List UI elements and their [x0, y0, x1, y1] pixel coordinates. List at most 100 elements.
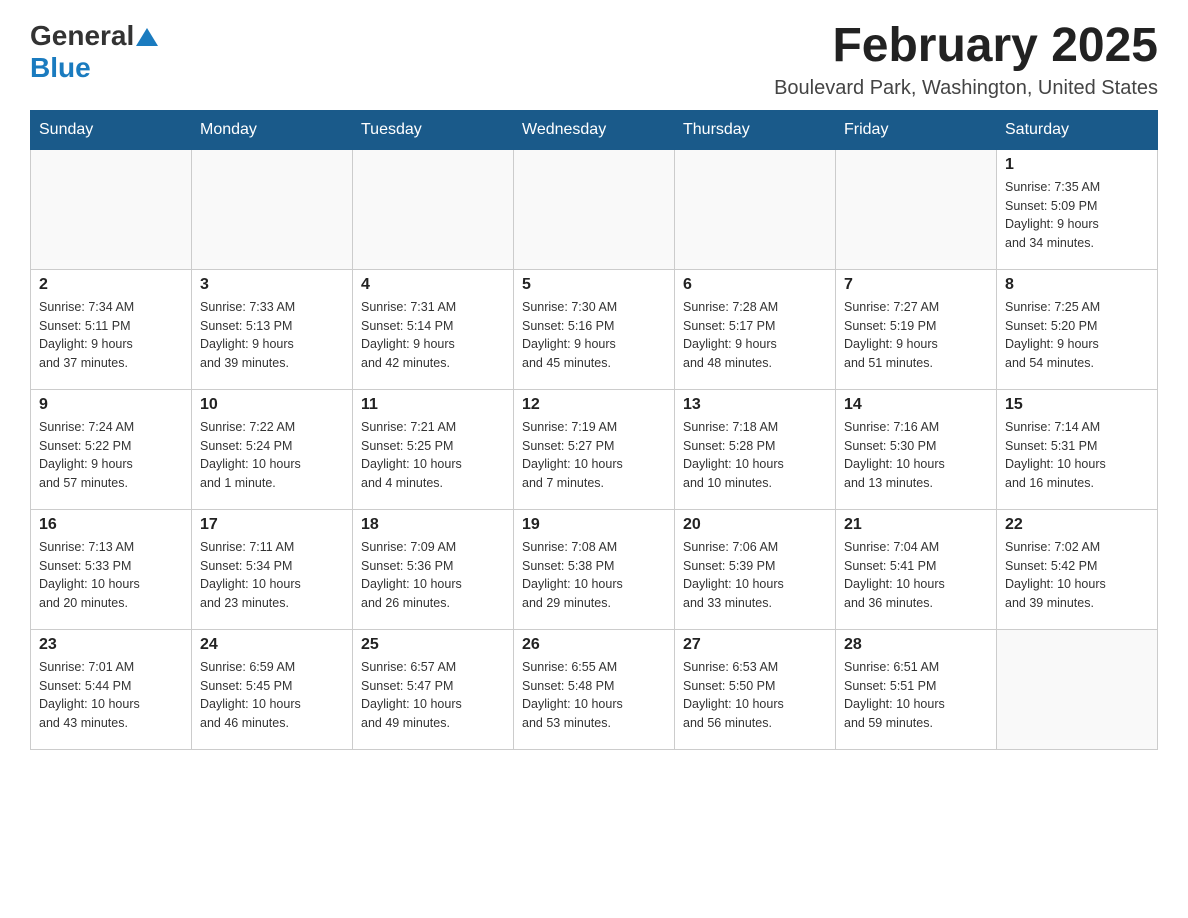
calendar-cell: 24Sunrise: 6:59 AMSunset: 5:45 PMDayligh… [192, 629, 353, 749]
day-info: Sunrise: 7:04 AMSunset: 5:41 PMDaylight:… [844, 538, 988, 613]
day-info: Sunrise: 7:35 AMSunset: 5:09 PMDaylight:… [1005, 178, 1149, 253]
calendar-cell: 4 Sunrise: 7:31 AMSunset: 5:14 PMDaylight… [353, 269, 514, 389]
day-info: Sunrise: 7:13 AMSunset: 5:33 PMDaylight:… [39, 538, 183, 613]
day-number: 26 [522, 636, 666, 654]
day-number: 15 [1005, 396, 1149, 414]
calendar-cell: 22Sunrise: 7:02 AMSunset: 5:42 PMDayligh… [997, 509, 1158, 629]
calendar-cell: 3 Sunrise: 7:33 AMSunset: 5:13 PMDaylight… [192, 269, 353, 389]
day-info: Sunrise: 6:55 AMSunset: 5:48 PMDaylight:… [522, 658, 666, 733]
day-info: Sunrise: 7:21 AMSunset: 5:25 PMDaylight:… [361, 418, 505, 493]
calendar-cell: 2 Sunrise: 7:34 AMSunset: 5:11 PMDaylight… [31, 269, 192, 389]
day-number: 12 [522, 396, 666, 414]
calendar-cell: 15 Sunrise: 7:14 AMSunset: 5:31 PMDayligh… [997, 389, 1158, 509]
week-row: 16 Sunrise: 7:13 AMSunset: 5:33 PMDayligh… [31, 509, 1158, 629]
day-of-week-header: Friday [836, 110, 997, 149]
day-number: 22 [1005, 516, 1149, 534]
calendar-cell: 10 Sunrise: 7:22 AMSunset: 5:24 PMDayligh… [192, 389, 353, 509]
day-number: 2 [39, 276, 183, 294]
day-number: 28 [844, 636, 988, 654]
calendar-cell: 18 Sunrise: 7:09 AMSunset: 5:36 PMDayligh… [353, 509, 514, 629]
calendar-cell: 12 Sunrise: 7:19 AMSunset: 5:27 PMDayligh… [514, 389, 675, 509]
calendar-cell [836, 149, 997, 269]
day-of-week-header: Tuesday [353, 110, 514, 149]
day-number: 18 [361, 516, 505, 534]
calendar-cell: 6 Sunrise: 7:28 AMSunset: 5:17 PMDaylight… [675, 269, 836, 389]
day-of-week-header: Thursday [675, 110, 836, 149]
day-info: Sunrise: 7:14 AMSunset: 5:31 PMDaylight:… [1005, 418, 1149, 493]
day-of-week-header: Wednesday [514, 110, 675, 149]
day-info: Sunrise: 7:31 AMSunset: 5:14 PMDaylight:… [361, 298, 505, 373]
calendar-cell [353, 149, 514, 269]
day-info: Sunrise: 7:18 AMSunset: 5:28 PMDaylight:… [683, 418, 827, 493]
day-info: Sunrise: 7:24 AMSunset: 5:22 PMDaylight:… [39, 418, 183, 493]
logo-blue: Blue [30, 52, 91, 83]
day-number: 5 [522, 276, 666, 294]
day-number: 27 [683, 636, 827, 654]
day-info: Sunrise: 7:08 AMSunset: 5:38 PMDaylight:… [522, 538, 666, 613]
calendar-cell: 27 Sunrise: 6:53 AMSunset: 5:50 PMDayligh… [675, 629, 836, 749]
day-number: 3 [200, 276, 344, 294]
day-number: 14 [844, 396, 988, 414]
logo-general: General [30, 20, 134, 52]
week-row: 2 Sunrise: 7:34 AMSunset: 5:11 PMDaylight… [31, 269, 1158, 389]
day-info: Sunrise: 7:19 AMSunset: 5:27 PMDaylight:… [522, 418, 666, 493]
day-number: 7 [844, 276, 988, 294]
day-number: 6 [683, 276, 827, 294]
day-info: Sunrise: 7:30 AMSunset: 5:16 PMDaylight:… [522, 298, 666, 373]
day-info: Sunrise: 7:34 AMSunset: 5:11 PMDaylight:… [39, 298, 183, 373]
day-info: Sunrise: 7:28 AMSunset: 5:17 PMDaylight:… [683, 298, 827, 373]
title-section: February 2025 Boulevard Park, Washington… [774, 20, 1158, 100]
subtitle: Boulevard Park, Washington, United State… [774, 77, 1158, 100]
day-number: 13 [683, 396, 827, 414]
day-info: Sunrise: 7:09 AMSunset: 5:36 PMDaylight:… [361, 538, 505, 613]
day-info: Sunrise: 7:06 AMSunset: 5:39 PMDaylight:… [683, 538, 827, 613]
calendar-cell: 25 Sunrise: 6:57 AMSunset: 5:47 PMDayligh… [353, 629, 514, 749]
calendar-cell [31, 149, 192, 269]
calendar-cell: 28 Sunrise: 6:51 AMSunset: 5:51 PMDayligh… [836, 629, 997, 749]
day-info: Sunrise: 6:53 AMSunset: 5:50 PMDaylight:… [683, 658, 827, 733]
day-of-week-header: Sunday [31, 110, 192, 149]
day-number: 10 [200, 396, 344, 414]
day-number: 4 [361, 276, 505, 294]
calendar-cell: 11 Sunrise: 7:21 AMSunset: 5:25 PMDayligh… [353, 389, 514, 509]
day-number: 21 [844, 516, 988, 534]
day-number: 1 [1005, 156, 1149, 174]
calendar-cell: 5 Sunrise: 7:30 AMSunset: 5:16 PMDaylight… [514, 269, 675, 389]
day-info: Sunrise: 7:27 AMSunset: 5:19 PMDaylight:… [844, 298, 988, 373]
calendar-cell: 20 Sunrise: 7:06 AMSunset: 5:39 PMDayligh… [675, 509, 836, 629]
calendar-cell: 13 Sunrise: 7:18 AMSunset: 5:28 PMDayligh… [675, 389, 836, 509]
calendar-cell: 19 Sunrise: 7:08 AMSunset: 5:38 PMDayligh… [514, 509, 675, 629]
calendar-cell: 21 Sunrise: 7:04 AMSunset: 5:41 PMDayligh… [836, 509, 997, 629]
day-of-week-header: Monday [192, 110, 353, 149]
day-number: 17 [200, 516, 344, 534]
day-number: 20 [683, 516, 827, 534]
calendar-cell: 9Sunrise: 7:24 AMSunset: 5:22 PMDaylight… [31, 389, 192, 509]
day-info: Sunrise: 7:33 AMSunset: 5:13 PMDaylight:… [200, 298, 344, 373]
day-number: 24 [200, 636, 344, 654]
calendar-cell: 8Sunrise: 7:25 AMSunset: 5:20 PMDaylight… [997, 269, 1158, 389]
day-number: 25 [361, 636, 505, 654]
day-number: 11 [361, 396, 505, 414]
calendar-cell: 16 Sunrise: 7:13 AMSunset: 5:33 PMDayligh… [31, 509, 192, 629]
day-number: 23 [39, 636, 183, 654]
calendar-cell [192, 149, 353, 269]
day-number: 19 [522, 516, 666, 534]
day-info: Sunrise: 7:11 AMSunset: 5:34 PMDaylight:… [200, 538, 344, 613]
day-info: Sunrise: 7:22 AMSunset: 5:24 PMDaylight:… [200, 418, 344, 493]
day-info: Sunrise: 6:57 AMSunset: 5:47 PMDaylight:… [361, 658, 505, 733]
calendar-cell: 17 Sunrise: 7:11 AMSunset: 5:34 PMDayligh… [192, 509, 353, 629]
calendar-cell: 26 Sunrise: 6:55 AMSunset: 5:48 PMDayligh… [514, 629, 675, 749]
day-number: 16 [39, 516, 183, 534]
day-info: Sunrise: 7:16 AMSunset: 5:30 PMDaylight:… [844, 418, 988, 493]
calendar-cell [675, 149, 836, 269]
calendar: SundayMondayTuesdayWednesdayThursdayFrid… [30, 110, 1158, 750]
day-info: Sunrise: 6:51 AMSunset: 5:51 PMDaylight:… [844, 658, 988, 733]
calendar-cell [997, 629, 1158, 749]
main-title: February 2025 [774, 20, 1158, 73]
week-row: 9Sunrise: 7:24 AMSunset: 5:22 PMDaylight… [31, 389, 1158, 509]
day-number: 8 [1005, 276, 1149, 294]
logo-triangle-icon [136, 28, 158, 46]
calendar-cell: 7 Sunrise: 7:27 AMSunset: 5:19 PMDaylight… [836, 269, 997, 389]
calendar-cell: 23Sunrise: 7:01 AMSunset: 5:44 PMDayligh… [31, 629, 192, 749]
calendar-cell: 1 Sunrise: 7:35 AMSunset: 5:09 PMDaylight… [997, 149, 1158, 269]
